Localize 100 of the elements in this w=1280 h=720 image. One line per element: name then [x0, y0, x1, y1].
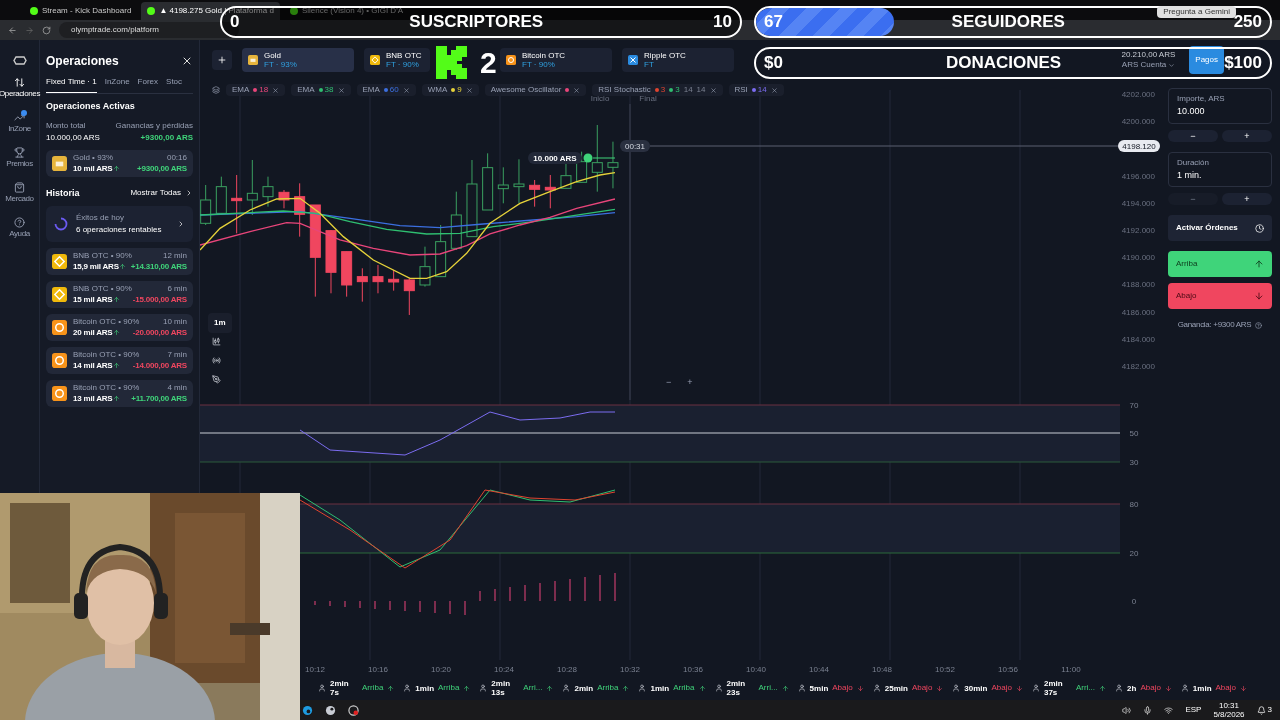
- goal-title: DONACIONES: [945, 52, 1062, 75]
- nav-item[interactable]: Operaciones: [0, 77, 40, 100]
- trader-activity[interactable]: 2h Abajo: [1115, 682, 1172, 694]
- steam-icon[interactable]: [325, 704, 336, 716]
- trader-activity[interactable]: 2min 13s Arri...: [479, 679, 554, 697]
- back-icon[interactable]: [8, 25, 17, 35]
- remove-icon[interactable]: [709, 86, 717, 94]
- trader-activity[interactable]: 1min Arriba: [638, 682, 706, 694]
- trade-card[interactable]: Bitcoin OTC • 90% 4 min 13 mil ARS +11.700,00 ARS: [46, 380, 193, 407]
- instrument-tab[interactable]: Gold FT · 93%: [242, 48, 354, 72]
- instrument-tab[interactable]: BNB OTC FT · 90%: [364, 48, 430, 72]
- indicator-chip[interactable]: RSI Stochastic 3 3 14 14: [592, 84, 723, 96]
- indicator-chip[interactable]: EMA 60: [356, 84, 416, 96]
- clock[interactable]: 10:31 5/8/2026: [1213, 701, 1245, 719]
- remove-icon[interactable]: [337, 86, 345, 94]
- trader-activity[interactable]: 2min Arriba: [562, 682, 630, 694]
- indicator-chip[interactable]: Awesome Oscillator: [484, 84, 587, 96]
- trader-activity[interactable]: 2min 37s Arri...: [1031, 679, 1107, 697]
- candle: [215, 176, 227, 214]
- arrow-up-icon: [387, 684, 395, 692]
- help-icon[interactable]: [1255, 321, 1263, 329]
- account-balance[interactable]: 20.210,00 ARS: [1121, 50, 1176, 60]
- remove-icon[interactable]: [465, 86, 473, 94]
- chart-type-icon[interactable]: [212, 337, 221, 346]
- plus-icon: [217, 55, 227, 65]
- time-label: 10:32: [620, 665, 640, 674]
- goal-target: 250: [1233, 11, 1262, 34]
- panel-tab[interactable]: Forex: [137, 76, 159, 93]
- increase-button[interactable]: +: [1222, 193, 1272, 205]
- orders-button[interactable]: Activar Órdenes: [1168, 215, 1272, 241]
- price-label: 4202.000: [1121, 90, 1155, 99]
- trader-activity[interactable]: 2min 7s Arriba: [318, 679, 395, 697]
- layers-icon[interactable]: [212, 86, 220, 94]
- trade-direction: Abajo: [1215, 682, 1236, 694]
- trade-card[interactable]: Bitcoin OTC • 90% 7 min 14 mil ARS -14.000,00 ARS: [46, 347, 193, 374]
- panel-tab[interactable]: Fixed Time · 1: [46, 76, 97, 93]
- microphone-icon[interactable]: [1143, 705, 1153, 715]
- trade-duration: 2min 13s: [491, 679, 512, 697]
- trader-activity[interactable]: 2min 23s Arri...: [714, 679, 789, 697]
- trader-activity[interactable]: 5min Abajo: [797, 682, 864, 694]
- nav-item[interactable]: InZone: [8, 112, 31, 135]
- summary-label: Éxitos de hoy: [76, 212, 126, 224]
- trader-activity[interactable]: 25min Abajo: [872, 682, 944, 694]
- nav-item[interactable]: Ayuda: [9, 217, 30, 240]
- increase-button[interactable]: +: [1222, 129, 1272, 142]
- instrument-tab[interactable]: Bitcoin OTC FT · 90%: [500, 48, 612, 72]
- zoom-in-button[interactable]: +: [683, 376, 697, 390]
- show-all-link[interactable]: Mostrar Todas: [130, 187, 193, 200]
- notification-button[interactable]: 3: [1256, 704, 1272, 716]
- indicator-chip[interactable]: EMA 38: [291, 84, 351, 96]
- network-icon[interactable]: [1164, 705, 1174, 715]
- account-type[interactable]: ARS Cuenta: [1121, 60, 1176, 70]
- panel-tab[interactable]: Stoc: [166, 76, 183, 93]
- indicator-chip[interactable]: EMA 18: [226, 84, 286, 96]
- remove-icon[interactable]: [402, 86, 410, 94]
- remove-icon[interactable]: [770, 86, 778, 94]
- price-label: 4194.000: [1121, 198, 1155, 208]
- summary-card[interactable]: Éxitos de hoy 6 operaciones rentables: [46, 206, 193, 242]
- payments-button[interactable]: Pagos: [1189, 46, 1224, 74]
- zoom-out-button[interactable]: −: [662, 376, 676, 390]
- decrease-button[interactable]: −: [1168, 129, 1218, 142]
- add-instrument-button[interactable]: [212, 50, 232, 70]
- volume-icon[interactable]: [1122, 705, 1132, 715]
- candle: [356, 267, 368, 303]
- drawing-tool-icon[interactable]: [212, 375, 221, 384]
- signal-icon[interactable]: [212, 356, 221, 365]
- duration-field[interactable]: Duración 1 min.: [1168, 151, 1272, 187]
- trade-result: +11.700,00 ARS: [131, 393, 187, 404]
- trader-activity[interactable]: 30min Abajo: [952, 682, 1023, 694]
- trader-activity[interactable]: 1min Arriba: [403, 682, 471, 694]
- amount-field[interactable]: Importe, ARS 10.000: [1168, 88, 1272, 124]
- timeframe-button[interactable]: 1m: [208, 313, 232, 333]
- reload-icon[interactable]: [42, 25, 51, 35]
- down-button[interactable]: Abajo: [1168, 283, 1272, 309]
- remove-icon[interactable]: [573, 86, 581, 94]
- arrow-up-icon: [112, 296, 120, 303]
- trader-activity[interactable]: 1min Abajo: [1180, 682, 1247, 694]
- close-icon[interactable]: [181, 55, 193, 67]
- indicator-chip[interactable]: WMA 9: [421, 84, 479, 96]
- candle: [529, 179, 541, 208]
- trade-card[interactable]: Bitcoin OTC • 90% 10 min 20 mil ARS -20.000,00 ARS: [46, 314, 193, 341]
- browser-tab[interactable]: Stream - Kick Dashboard: [24, 2, 138, 20]
- trade-card[interactable]: Gold • 93% 00:16 10 mil ARS +9300,00 ARS: [46, 149, 193, 177]
- trade-card[interactable]: BNB OTC • 90% 12 min 15,9 mil ARS +14.310,00 ARS: [46, 248, 193, 275]
- remove-icon[interactable]: [272, 86, 280, 94]
- coin-icon: [506, 55, 516, 65]
- indicator-chip[interactable]: RSI 14: [728, 84, 784, 96]
- up-button[interactable]: Arriba: [1168, 251, 1272, 277]
- gauge-icon[interactable]: [348, 704, 359, 716]
- trade-time: 12 min: [163, 251, 187, 261]
- price-label: 4196.000: [1121, 171, 1155, 181]
- language-indicator[interactable]: ESP: [1185, 704, 1202, 716]
- instrument-tab[interactable]: Ripple OTC FT: [622, 48, 734, 72]
- nav-item[interactable]: Mercado: [5, 182, 34, 205]
- browser-tab[interactable]: Silence (Vision 4) • GIGI D'A: [283, 2, 409, 20]
- panel-tab[interactable]: InZone: [104, 76, 130, 93]
- nav-item[interactable]: Premios: [6, 147, 33, 170]
- trade-card[interactable]: BNB OTC • 90% 6 min 15 mil ARS -15.000,00 ARS: [46, 281, 193, 308]
- browser-icon[interactable]: [302, 704, 313, 716]
- decrease-button[interactable]: −: [1168, 193, 1218, 205]
